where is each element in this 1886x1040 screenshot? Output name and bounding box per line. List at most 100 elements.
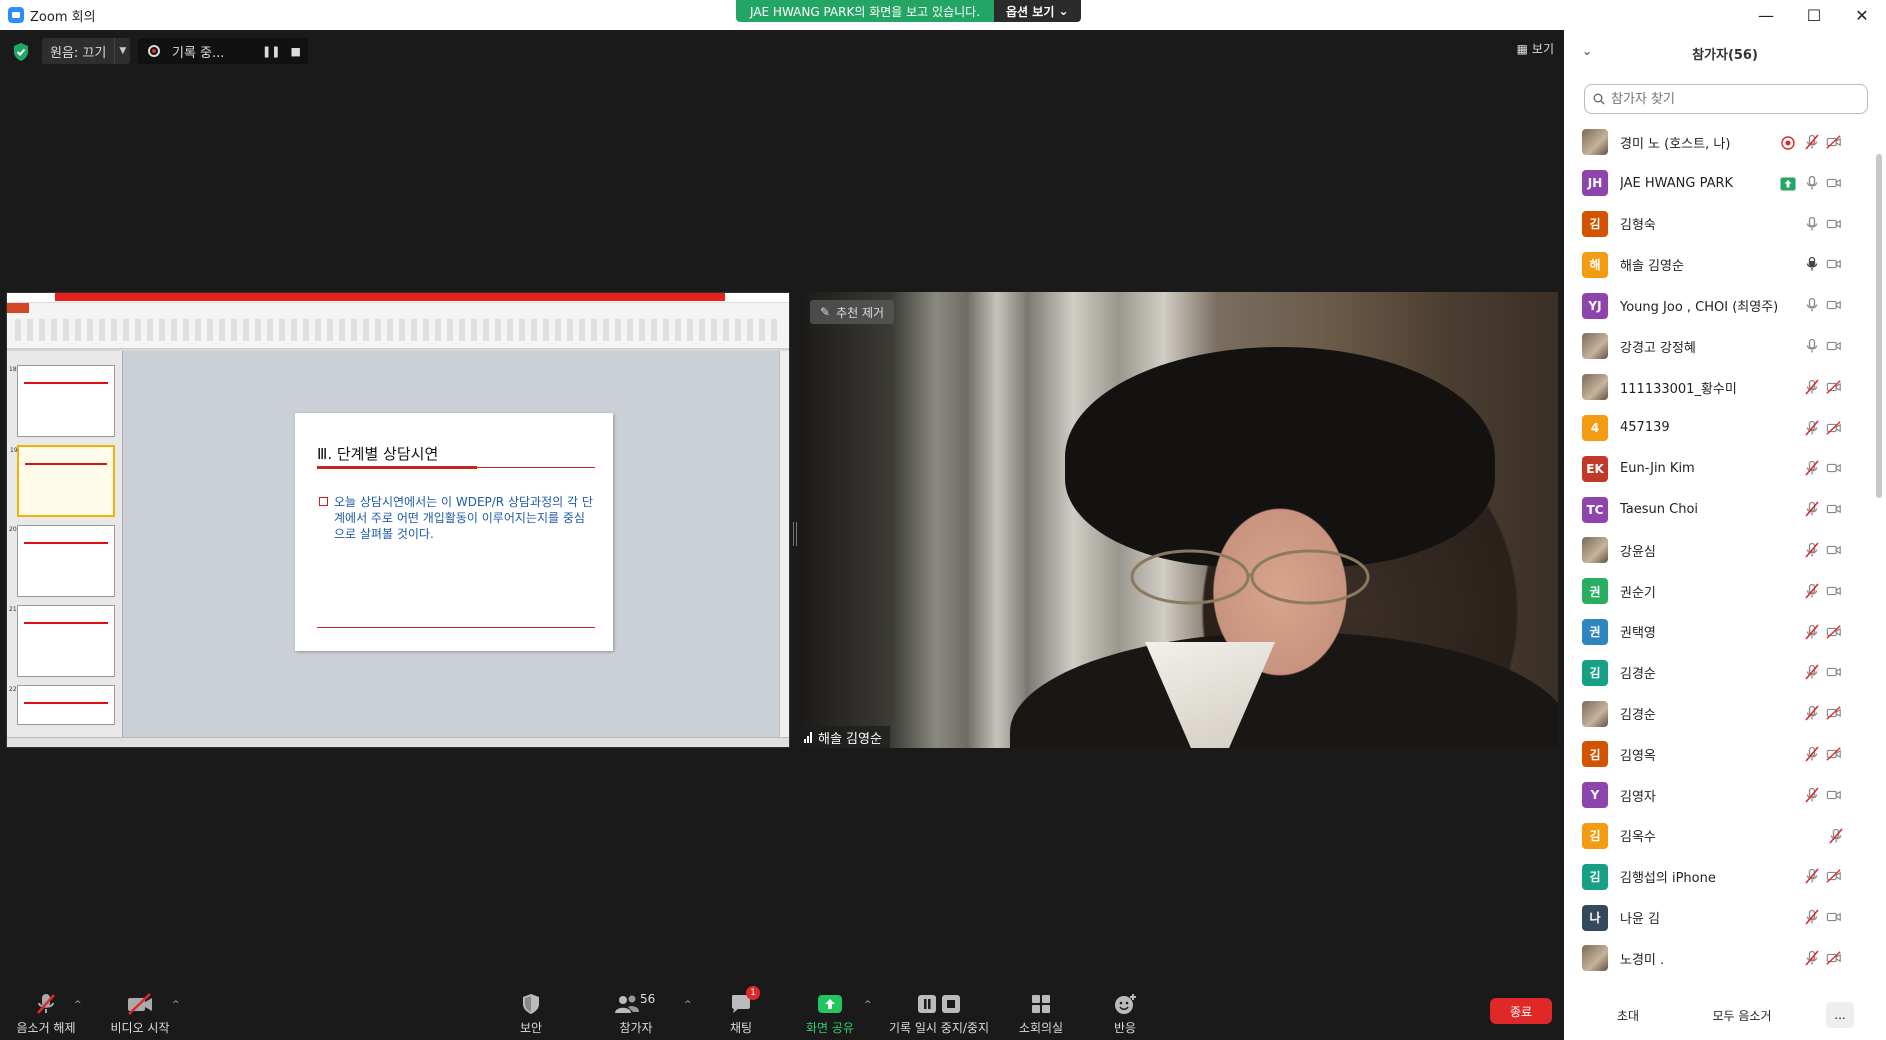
participant-row[interactable]: TC Taesun Choi <box>1564 489 1876 530</box>
mic-icon[interactable] <box>1804 338 1820 354</box>
camera-off-icon[interactable] <box>1826 379 1842 395</box>
camera-icon[interactable] <box>1826 338 1842 354</box>
mic-muted-icon[interactable] <box>1804 868 1820 884</box>
mic-muted-icon[interactable] <box>1804 134 1820 150</box>
mute-all-button[interactable]: 모두 음소거 <box>1690 1002 1794 1028</box>
share-banner-message: JAE HWANG PARK의 화면을 보고 있습니다. <box>736 0 995 22</box>
participant-row[interactable]: 김 김영옥 <box>1564 734 1876 775</box>
camera-icon[interactable] <box>1826 909 1842 925</box>
pause-record-icon[interactable]: ❚❚ <box>262 45 280 58</box>
camera-icon[interactable] <box>1826 542 1842 558</box>
mic-muted-icon[interactable] <box>1804 460 1820 476</box>
split-view-handle[interactable] <box>793 522 797 546</box>
participant-row[interactable]: 김 김형숙 <box>1564 204 1876 245</box>
camera-off-icon[interactable] <box>1826 868 1842 884</box>
encryption-shield-icon[interactable] <box>12 42 30 62</box>
mic-muted-icon[interactable] <box>1804 379 1820 395</box>
mic-icon[interactable] <box>1804 256 1820 272</box>
participant-row[interactable]: 권 권순기 <box>1564 571 1876 612</box>
mic-muted-icon[interactable] <box>1804 542 1820 558</box>
participant-row[interactable]: 나 나윤 김 <box>1564 897 1876 938</box>
mic-muted-icon[interactable] <box>1804 950 1820 966</box>
camera-icon[interactable] <box>1826 297 1842 313</box>
participant-row[interactable]: 4 457139 <box>1564 408 1876 449</box>
breakout-rooms-button[interactable]: 소회의실 <box>1016 992 1066 1040</box>
participant-row[interactable]: 김 김경순 <box>1564 652 1876 693</box>
mic-muted-icon[interactable] <box>1828 828 1844 844</box>
end-meeting-button[interactable]: 종료 <box>1490 998 1552 1024</box>
participant-row[interactable]: 김 김행섭의 iPhone <box>1564 856 1876 897</box>
participant-row[interactable]: 해 해솔 김영순 <box>1564 244 1876 285</box>
camera-icon[interactable] <box>1826 460 1842 476</box>
camera-off-icon[interactable] <box>1826 705 1842 721</box>
audio-options-chevron-icon[interactable]: ^ <box>74 1000 82 1010</box>
mic-muted-icon[interactable] <box>1804 664 1820 680</box>
camera-icon[interactable] <box>1826 216 1842 232</box>
participant-row[interactable]: 김 김옥수 <box>1564 816 1876 857</box>
current-slide: Ⅲ. 단계별 상담시연 오늘 상담시연에서는 이 WDEP/R 상담과정의 각 … <box>295 413 613 651</box>
minimize-button[interactable]: — <box>1742 0 1790 30</box>
participants-button[interactable]: 56 참가자 <box>614 992 658 1040</box>
mic-icon[interactable] <box>1804 175 1820 191</box>
original-sound-toggle[interactable]: 원음: 끄기 ▼ <box>42 38 131 64</box>
stop-record-icon[interactable]: ■ <box>290 45 300 58</box>
participant-row[interactable]: 경미 노 (호스트, 나) <box>1564 122 1876 163</box>
share-screen-button[interactable]: 화면 공유 <box>800 992 860 1040</box>
participant-row[interactable]: 강경고 강정혜 <box>1564 326 1876 367</box>
participant-row[interactable]: 김경순 <box>1564 693 1876 734</box>
reactions-button[interactable]: 반응 <box>1110 992 1140 1040</box>
participant-row[interactable]: 111133001_황수미 <box>1564 367 1876 408</box>
pause-stop-recording-button[interactable]: 기록 일시 중지/중지 <box>884 992 994 1040</box>
chat-button[interactable]: 1 채팅 <box>726 986 760 1040</box>
video-options-chevron-icon[interactable]: ^ <box>172 1000 180 1010</box>
participant-row[interactable]: 노경미 . <box>1564 938 1876 977</box>
participant-row[interactable]: 권 권택영 <box>1564 612 1876 653</box>
chevron-down-icon[interactable]: ▼ <box>114 38 130 64</box>
mic-muted-icon[interactable] <box>1804 420 1820 436</box>
more-options-button[interactable]: ... <box>1826 1002 1854 1028</box>
mic-muted-icon[interactable] <box>1804 787 1820 803</box>
participant-row[interactable]: EK Eun-Jin Kim <box>1564 448 1876 489</box>
camera-icon[interactable] <box>1826 583 1842 599</box>
camera-icon[interactable] <box>1826 664 1842 680</box>
window-title: Zoom 회의 <box>30 9 96 25</box>
camera-icon[interactable] <box>1826 175 1842 191</box>
invite-button[interactable]: 초대 <box>1600 1002 1656 1028</box>
mic-muted-icon[interactable] <box>1804 746 1820 762</box>
camera-off-icon[interactable] <box>1826 950 1842 966</box>
mic-icon[interactable] <box>1804 216 1820 232</box>
camera-off-icon[interactable] <box>1826 624 1842 640</box>
security-button[interactable]: 보안 <box>516 992 546 1040</box>
participant-list-scrollbar[interactable] <box>1876 154 1882 498</box>
participant-search-input[interactable] <box>1611 91 1851 107</box>
participant-row[interactable]: JH JAE HWANG PARK <box>1564 163 1876 204</box>
start-video-button[interactable]: 비디오 시작 <box>108 992 172 1040</box>
mic-muted-icon[interactable] <box>1804 624 1820 640</box>
view-button[interactable]: ▦ 보기 <box>1517 40 1554 57</box>
participant-row[interactable]: 강윤심 <box>1564 530 1876 571</box>
mic-icon[interactable] <box>1804 297 1820 313</box>
grid-view-icon: ▦ <box>1516 41 1528 56</box>
participant-row[interactable]: YJ Young Joo , CHOI (최영주) <box>1564 285 1876 326</box>
view-options-button[interactable]: 옵션 보기 ⌄ <box>994 0 1081 22</box>
mic-muted-icon[interactable] <box>1804 909 1820 925</box>
participant-row[interactable]: Y 김영자 <box>1564 775 1876 816</box>
maximize-button[interactable]: ☐ <box>1790 0 1838 30</box>
unmute-button[interactable]: 음소거 해제 <box>14 992 78 1040</box>
participants-chevron-icon[interactable]: ^ <box>684 1000 692 1010</box>
camera-off-icon[interactable] <box>1826 134 1842 150</box>
camera-icon[interactable] <box>1826 787 1842 803</box>
mic-muted-icon[interactable] <box>1804 501 1820 517</box>
search-icon <box>1593 93 1605 105</box>
mic-muted-icon[interactable] <box>1804 583 1820 599</box>
mic-muted-icon[interactable] <box>1804 705 1820 721</box>
participant-search-box[interactable] <box>1584 84 1868 114</box>
camera-off-icon[interactable] <box>1826 746 1842 762</box>
close-window-button[interactable]: ✕ <box>1838 0 1886 30</box>
unpin-button[interactable]: ✎ 추천 제거 <box>810 300 895 324</box>
camera-icon[interactable] <box>1826 501 1842 517</box>
collapse-panel-chevron-icon[interactable]: ⌄ <box>1582 44 1592 58</box>
camera-off-icon[interactable] <box>1826 420 1842 436</box>
share-options-chevron-icon[interactable]: ^ <box>864 1000 872 1010</box>
camera-icon[interactable] <box>1826 256 1842 272</box>
